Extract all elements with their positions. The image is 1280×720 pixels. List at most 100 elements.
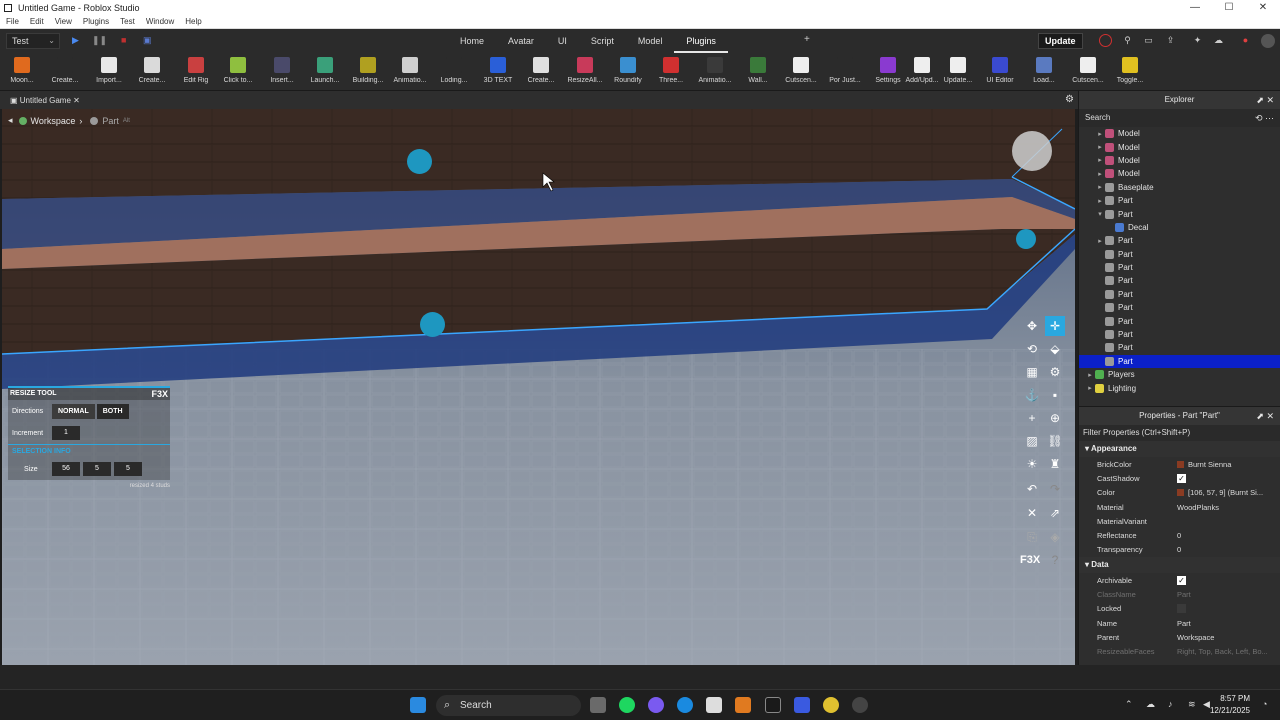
- increment-input[interactable]: 1: [52, 426, 80, 440]
- plugin-tool-button[interactable]: Three...: [651, 57, 691, 91]
- obs-icon[interactable]: [852, 697, 868, 713]
- surface-tool-icon[interactable]: ▦: [1022, 362, 1042, 382]
- menu-help[interactable]: Help: [185, 17, 201, 26]
- resize-handle[interactable]: [407, 149, 432, 174]
- group-icon[interactable]: ◈: [1045, 527, 1065, 547]
- property-value[interactable]: Right, Top, Back, Left, Bo...: [1177, 647, 1277, 656]
- property-value[interactable]: [1177, 604, 1277, 614]
- checkbox[interactable]: ✓: [1177, 575, 1186, 585]
- plugin-tool-button[interactable]: Edit Rig: [176, 57, 216, 91]
- property-value[interactable]: 0: [1177, 545, 1277, 554]
- plugin-tool-button[interactable]: Por Just...: [825, 57, 865, 91]
- plugin-tool-button[interactable]: Click to...: [218, 57, 258, 91]
- move-tool-icon[interactable]: ✥: [1022, 316, 1042, 336]
- chevron-right-icon[interactable]: ▸: [1085, 384, 1095, 392]
- plugin-tool-button[interactable]: Launch...: [305, 57, 345, 91]
- plugin-tool-button[interactable]: Building...: [348, 57, 388, 91]
- menu-window[interactable]: Window: [146, 17, 174, 26]
- plugin-tool-button[interactable]: Animatio...: [390, 57, 430, 91]
- taskbar-search[interactable]: ⌕ Search: [436, 695, 581, 716]
- collision-tool-icon[interactable]: ▪: [1045, 385, 1065, 405]
- cloud-icon[interactable]: ☁: [1146, 699, 1155, 710]
- tree-item[interactable]: Part: [1079, 314, 1280, 327]
- plugin-tool-button[interactable]: Wall...: [738, 57, 778, 91]
- plugin-tool-button[interactable]: Loding...: [434, 57, 474, 91]
- property-value[interactable]: Workspace: [1177, 633, 1277, 642]
- paint-tool-icon[interactable]: ⬙: [1045, 339, 1065, 359]
- plugin-tool-button[interactable]: Insert...: [262, 57, 302, 91]
- tab-avatar[interactable]: Avatar: [496, 29, 546, 53]
- client-server-icon[interactable]: ▣: [143, 35, 152, 46]
- chevron-down-icon[interactable]: ▾: [1095, 210, 1105, 218]
- maximize-button[interactable]: ☐: [1212, 0, 1246, 15]
- size-x-input[interactable]: 56: [52, 462, 80, 476]
- chevron-up-icon[interactable]: ⌃: [1125, 699, 1133, 710]
- tab-model[interactable]: Model: [626, 29, 675, 53]
- undo-icon[interactable]: ↶: [1022, 479, 1042, 499]
- material-tool-icon[interactable]: ⚙: [1045, 362, 1065, 382]
- gear-icon[interactable]: ⚙: [1065, 94, 1074, 105]
- screen-icon[interactable]: ▭: [1143, 35, 1154, 46]
- menu-test[interactable]: Test: [120, 17, 135, 26]
- breadcrumb-part[interactable]: Part: [102, 116, 119, 126]
- plugin-tool-button[interactable]: UI Editor: [980, 57, 1020, 91]
- property-value[interactable]: Part: [1177, 619, 1277, 628]
- minimize-button[interactable]: —: [1178, 0, 1212, 15]
- panel-controls-icon[interactable]: ⬈ ✕: [1256, 407, 1274, 425]
- tree-item[interactable]: ▸ Model: [1079, 127, 1280, 140]
- size-y-input[interactable]: 5: [83, 462, 111, 476]
- chevron-right-icon[interactable]: ▸: [1095, 237, 1105, 245]
- property-value[interactable]: Part: [1177, 590, 1277, 599]
- explorer-search[interactable]: Search ⟲ ⋯: [1079, 109, 1280, 127]
- share-icon[interactable]: ⇪: [1165, 35, 1176, 46]
- spotify-icon[interactable]: [619, 697, 635, 713]
- rotate-tool-icon[interactable]: ⟲: [1022, 339, 1042, 359]
- plugin-tool-button[interactable]: Roundify: [608, 57, 648, 91]
- tree-item[interactable]: ▸ Baseplate: [1079, 181, 1280, 194]
- new-part-icon[interactable]: +: [1022, 408, 1042, 428]
- plugin-tool-button[interactable]: Add/Upd...: [902, 57, 942, 91]
- 3d-viewport[interactable]: ◂ Workspace › Part Alt RESIZE TOOL F3X D…: [2, 109, 1075, 665]
- roblox-studio-icon[interactable]: [765, 697, 781, 713]
- checkbox[interactable]: ✓: [1177, 473, 1186, 483]
- update-button[interactable]: Update: [1038, 33, 1083, 49]
- tab-untitled-game[interactable]: ▣ Untitled Game ✕: [4, 93, 86, 108]
- tree-item[interactable]: Part: [1079, 248, 1280, 261]
- tree-item[interactable]: Part: [1079, 328, 1280, 341]
- tree-item[interactable]: ▾ Part: [1079, 207, 1280, 220]
- export-icon[interactable]: ⇗: [1045, 503, 1065, 523]
- property-value[interactable]: ✓: [1177, 575, 1277, 585]
- redo-icon[interactable]: ↷: [1045, 479, 1065, 499]
- plugin-tool-button[interactable]: Cutscen...: [1068, 57, 1108, 91]
- cloud-icon[interactable]: ☁: [1213, 35, 1224, 46]
- volume-icon[interactable]: ◀: [1203, 699, 1210, 710]
- tree-item[interactable]: ▸ Part: [1079, 234, 1280, 247]
- play-icon[interactable]: ▶: [72, 35, 79, 46]
- notification-icon[interactable]: ●: [1240, 35, 1251, 46]
- tree-item[interactable]: ▸ Model: [1079, 167, 1280, 180]
- chevron-right-icon[interactable]: ▸: [1095, 156, 1105, 164]
- chevron-right-icon[interactable]: ▸: [1095, 197, 1105, 205]
- anchor-tool-icon[interactable]: ⚓: [1022, 385, 1042, 405]
- record-icon[interactable]: [1099, 34, 1112, 47]
- menu-edit[interactable]: Edit: [30, 17, 44, 26]
- close-window-button[interactable]: ✕: [1246, 0, 1280, 15]
- plugin-tool-button[interactable]: ResizeAll...: [565, 57, 605, 91]
- filter-properties-input[interactable]: Filter Properties (Ctrl+Shift+P): [1079, 425, 1280, 441]
- wifi-icon[interactable]: ≋: [1188, 699, 1196, 710]
- plugin-tool-button[interactable]: Cutscen...: [781, 57, 821, 91]
- pause-icon[interactable]: ❚❚: [92, 35, 107, 46]
- breadcrumb-workspace[interactable]: Workspace: [31, 116, 76, 126]
- plugin-tool-button[interactable]: Import...: [89, 57, 129, 91]
- texture-tool-icon[interactable]: ▨: [1022, 431, 1042, 451]
- property-value[interactable]: [106, 57, 9] (Burnt Si...: [1177, 488, 1277, 497]
- history-icon[interactable]: ⟲ ⋯: [1255, 109, 1274, 127]
- tree-item[interactable]: ▸ Players: [1079, 368, 1280, 381]
- avatar[interactable]: [1261, 34, 1275, 48]
- tab-home[interactable]: Home: [448, 29, 496, 53]
- plugin-tool-button[interactable]: Create...: [132, 57, 172, 91]
- chevron-right-icon[interactable]: ▸: [1085, 371, 1095, 379]
- stop-icon[interactable]: ■: [121, 35, 126, 45]
- tab-ui[interactable]: UI: [546, 29, 579, 53]
- decorate-tool-icon[interactable]: ♜: [1045, 454, 1065, 474]
